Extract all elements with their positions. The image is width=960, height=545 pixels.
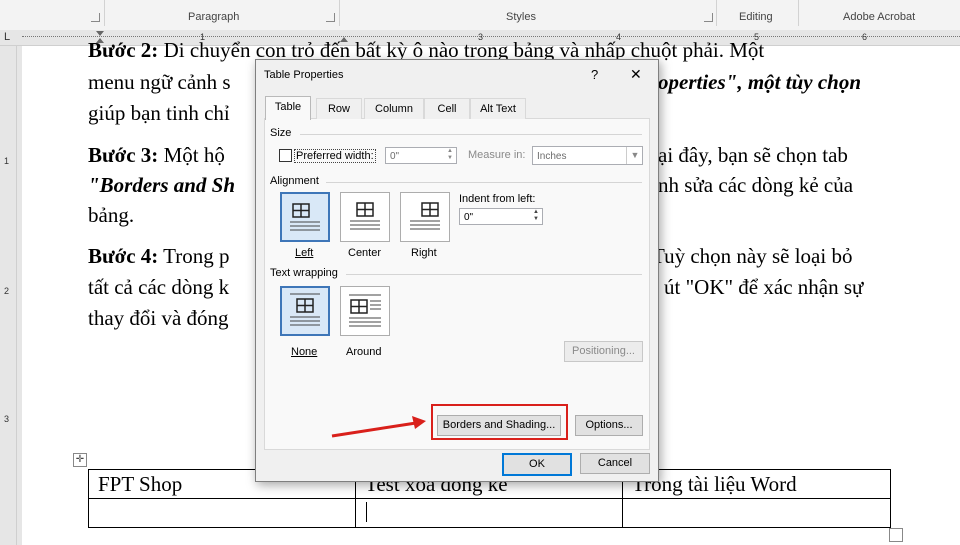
tab-selector-icon[interactable]: L xyxy=(4,31,10,43)
ruler-mark: 3 xyxy=(4,414,10,424)
ribbon-separator xyxy=(339,0,340,26)
indent-from-left-label: Indent from left: xyxy=(459,193,536,205)
section-divider xyxy=(346,274,642,275)
vertical-ruler[interactable]: 1 2 3 xyxy=(0,46,17,545)
first-line-indent-icon[interactable] xyxy=(96,31,104,36)
section-divider xyxy=(300,134,642,135)
doc-text: Một hộ xyxy=(158,143,225,167)
dialog-title: Table Properties xyxy=(264,69,344,81)
doc-line: nh sửa các dòng kẻ của xyxy=(658,173,854,197)
tab-alt-text[interactable]: Alt Text xyxy=(470,98,526,119)
font-dialog-launcher-icon[interactable] xyxy=(91,13,100,22)
indent-spinner-icon[interactable]: ▲ ▼ xyxy=(531,209,541,224)
doc-line: út "OK" để xác nhận sự xyxy=(664,275,864,299)
options-button[interactable]: Options... xyxy=(575,415,643,436)
tab-row[interactable]: Row xyxy=(316,98,362,119)
doc-line: Tuỳ chọn này sẽ loại bỏ xyxy=(652,244,853,268)
align-center-icon xyxy=(350,202,380,230)
step-label: Bước 4: xyxy=(88,244,159,268)
align-center-option[interactable] xyxy=(340,192,390,242)
doc-text: Trong p xyxy=(158,244,230,268)
ruler-mark: 2 xyxy=(4,286,10,296)
width-spinner-icon[interactable]: ▲ ▼ xyxy=(445,148,455,163)
align-right-option[interactable] xyxy=(400,192,450,242)
alignment-section-label: Alignment xyxy=(270,175,319,187)
ribbon-separator xyxy=(798,0,799,26)
ruler-mark: 6 xyxy=(862,32,868,42)
wrap-none-icon xyxy=(290,293,320,326)
ribbon-group-editing: Editing xyxy=(739,11,773,23)
tab-table[interactable]: Table xyxy=(265,96,311,120)
ruler-mark: 1 xyxy=(4,156,10,166)
tab-cell[interactable]: Cell xyxy=(424,98,470,119)
table-properties-dialog: Table Properties ? ✕ Table Row Column Ce… xyxy=(255,59,659,482)
section-divider xyxy=(326,182,642,183)
ok-button[interactable]: OK xyxy=(502,453,572,476)
doc-line: ại đây, bạn sẽ chọn tab xyxy=(658,143,848,167)
paragraph-dialog-launcher-icon[interactable] xyxy=(326,13,335,22)
ribbon-group-styles: Styles xyxy=(506,11,536,23)
preferred-width-label: Preferred width: xyxy=(294,149,376,163)
align-right-label: Right xyxy=(411,247,437,259)
close-icon[interactable]: ✕ xyxy=(630,66,642,83)
align-left-option[interactable] xyxy=(280,192,330,242)
table-move-handle-icon[interactable]: ✛ xyxy=(73,453,87,467)
positioning-button[interactable]: Positioning... xyxy=(564,341,643,362)
doc-line: operties", một tùy chọn xyxy=(658,70,861,94)
tab-column[interactable]: Column xyxy=(364,98,424,119)
doc-line: menu ngữ cảnh s xyxy=(88,70,231,94)
ribbon-group-paragraph: Paragraph xyxy=(188,11,240,23)
measure-in-label: Measure in: xyxy=(468,149,526,161)
wrap-around-option[interactable] xyxy=(340,286,390,336)
wrap-none-option[interactable] xyxy=(280,286,330,336)
ribbon-separator xyxy=(104,0,105,26)
step-label: Bước 3: xyxy=(88,143,159,167)
table-resize-handle-icon[interactable] xyxy=(889,528,903,542)
ribbon-group-adobe-acrobat: Adobe Acrobat xyxy=(843,11,916,23)
text-cursor xyxy=(366,502,367,522)
doc-line: Bước 3: Một hộ xyxy=(88,143,225,168)
doc-line: thay đổi và đóng xyxy=(88,306,229,330)
size-section-label: Size xyxy=(270,127,292,139)
align-left-icon xyxy=(290,203,320,231)
red-arrow-icon xyxy=(331,416,426,438)
align-left-label: Left xyxy=(295,247,314,259)
chevron-down-icon[interactable]: ▼ xyxy=(626,147,643,164)
table-cell[interactable]: FPT Shop xyxy=(98,472,182,497)
doc-line: "Borders and Sh xyxy=(88,173,236,197)
wrap-none-label: None xyxy=(291,346,318,358)
cancel-button[interactable]: Cancel xyxy=(580,453,650,474)
ribbon: Paragraph Styles Editing Adobe Acrobat xyxy=(0,0,960,31)
step-label: Bước 2: xyxy=(88,38,159,62)
doc-line: tất cả các dòng k xyxy=(88,275,230,299)
text-wrapping-section-label: Text wrapping xyxy=(270,267,338,279)
tab-panel xyxy=(264,118,650,450)
styles-dialog-launcher-icon[interactable] xyxy=(704,13,713,22)
align-right-icon xyxy=(410,202,440,230)
align-center-label: Center xyxy=(348,247,382,259)
preferred-width-checkbox[interactable] xyxy=(279,149,292,162)
help-icon[interactable]: ? xyxy=(591,67,598,82)
doc-line: Bước 4: Trong p xyxy=(88,244,230,269)
ribbon-separator xyxy=(716,0,717,26)
doc-line: giúp bạn tinh chỉ xyxy=(88,101,230,125)
wrap-around-label: Around xyxy=(346,346,382,358)
wrap-around-icon xyxy=(349,294,381,327)
doc-line: bảng. xyxy=(88,203,135,227)
table-row-divider xyxy=(89,498,890,499)
highlight-box xyxy=(431,404,568,440)
